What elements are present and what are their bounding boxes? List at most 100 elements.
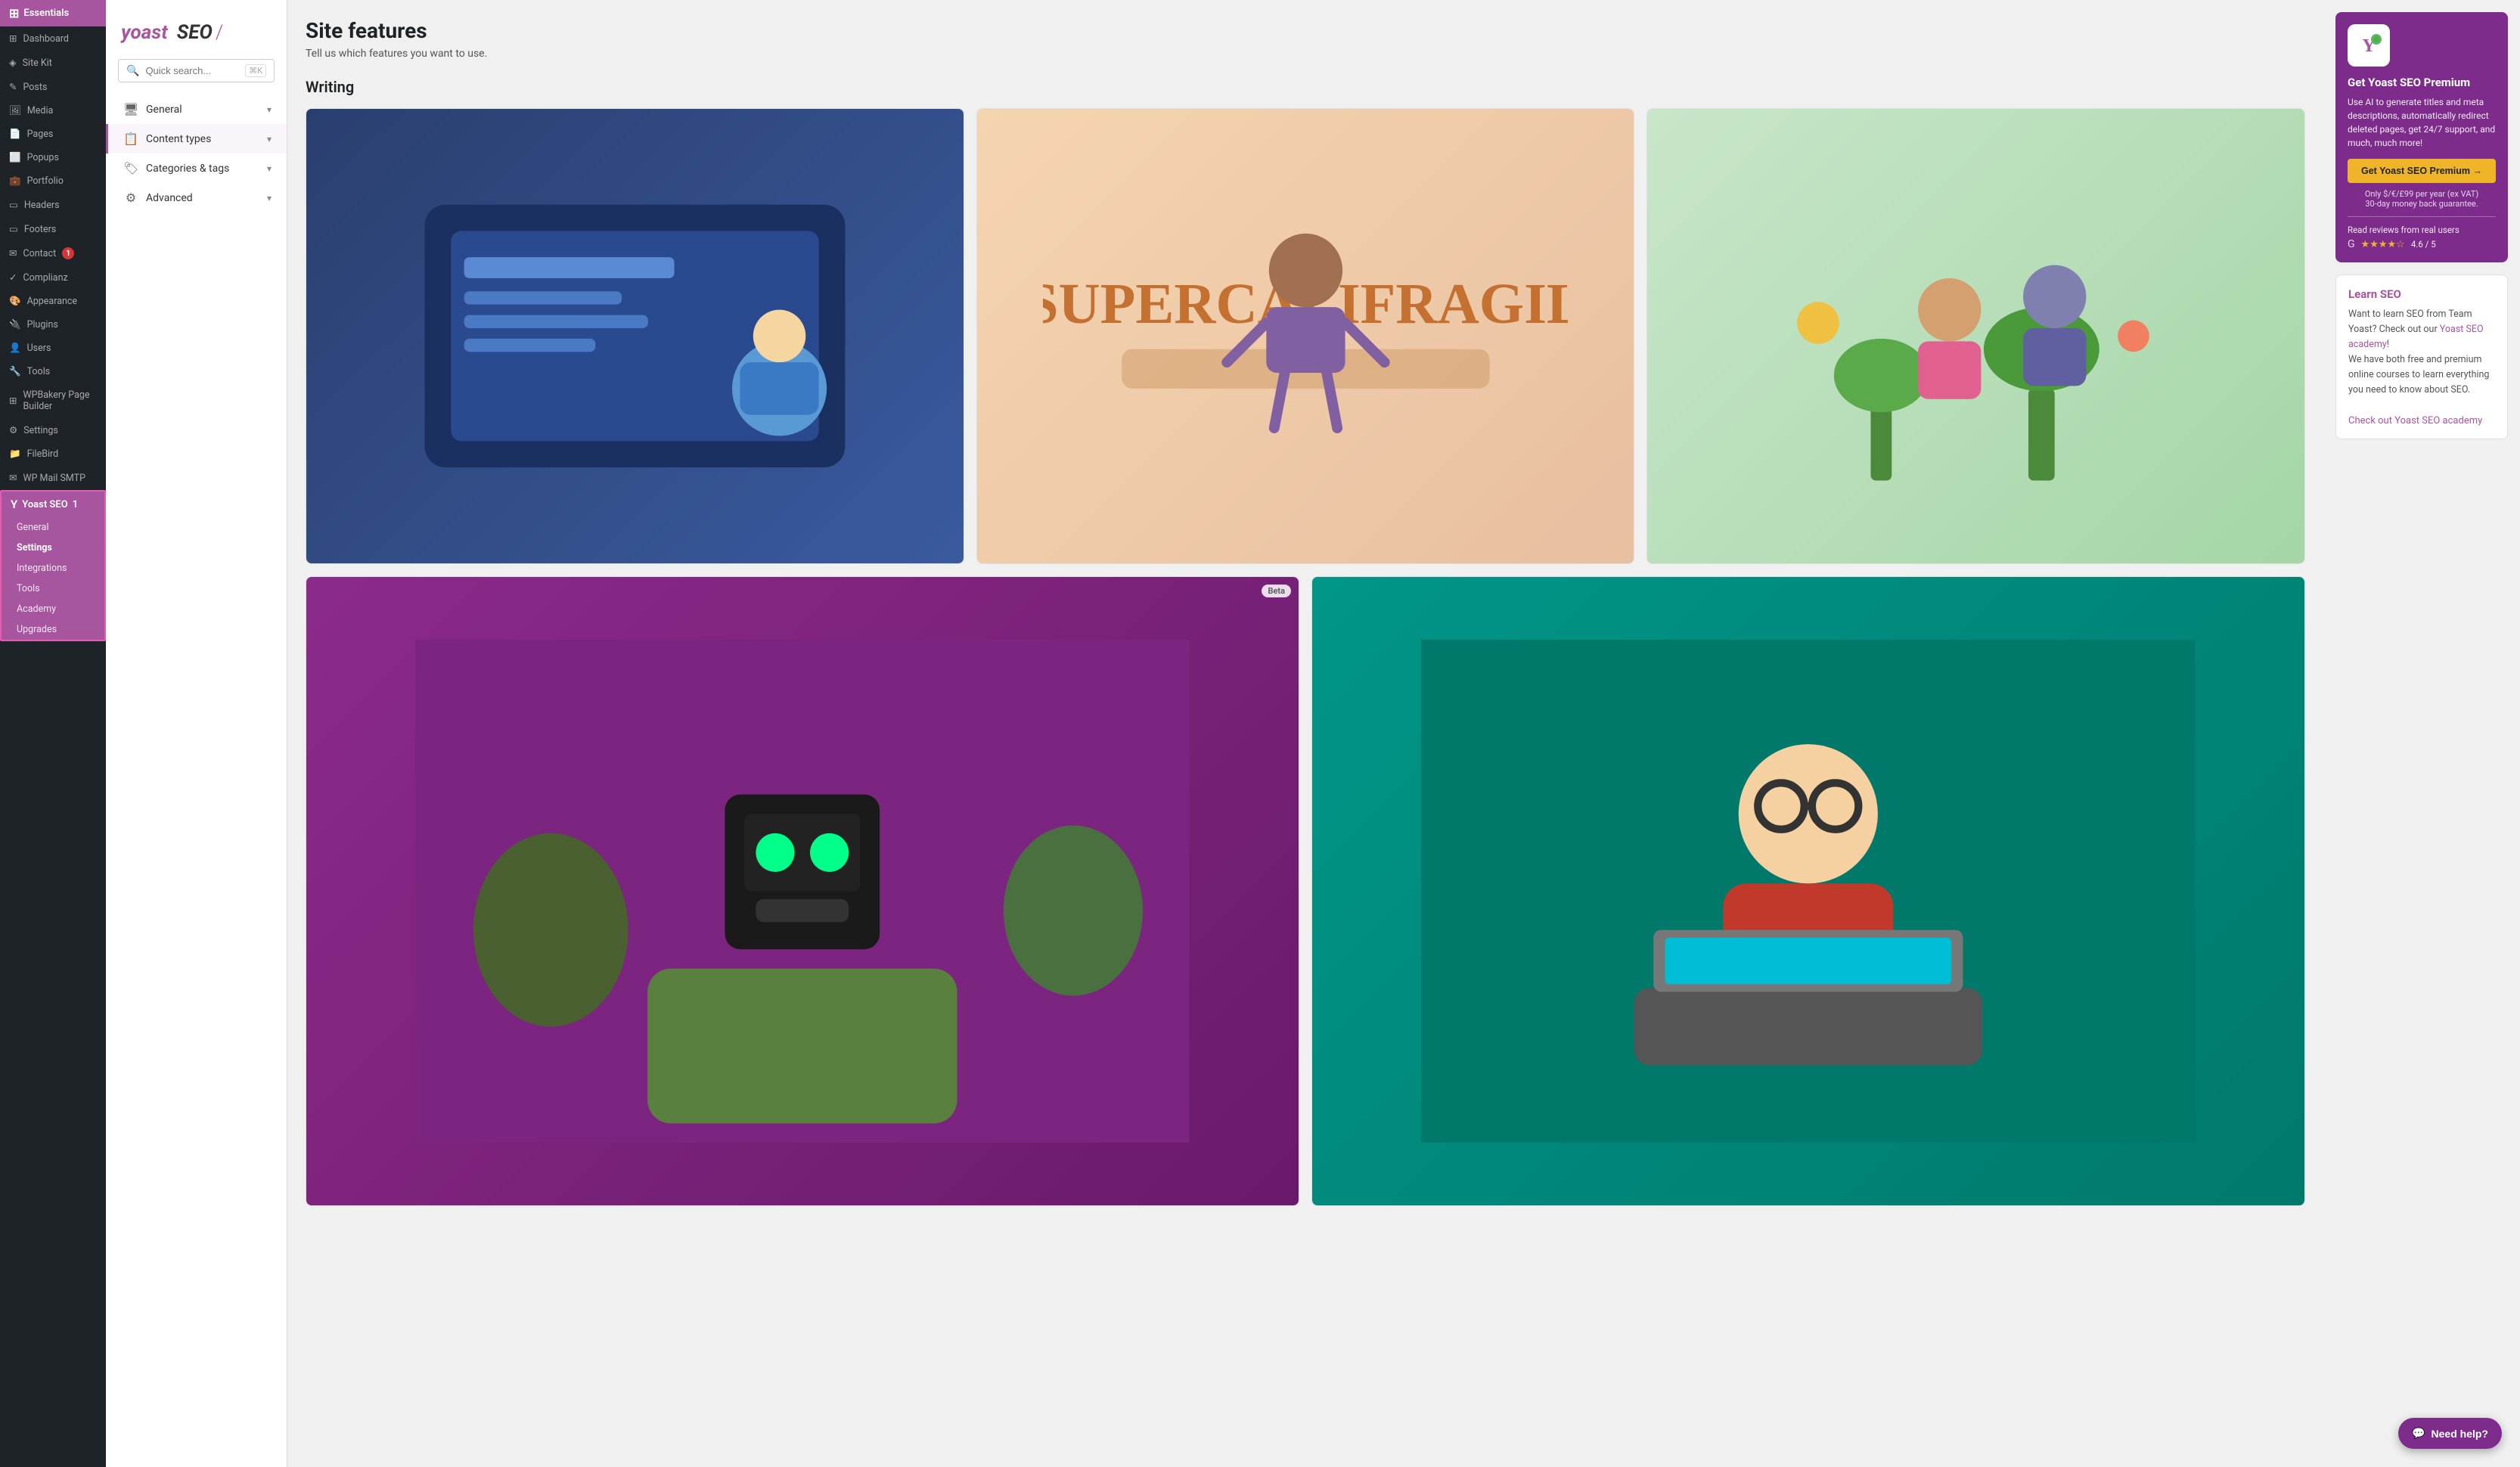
insights-illustration	[1312, 577, 2304, 1205]
sidebar-item-contact[interactable]: ✉ Contact 1	[0, 241, 106, 265]
seo-analysis-svg	[372, 154, 898, 518]
yoast-sub-integrations[interactable]: Integrations	[2, 558, 104, 578]
wpmail-label: WP Mail SMTP	[23, 473, 85, 484]
wpbakery-label: WPBakery Page Builder	[23, 389, 97, 412]
yoast-sub-tools[interactable]: Tools	[2, 578, 104, 599]
premium-divider	[2348, 216, 2496, 217]
sidebar-item-plugins[interactable]: 🔌 Plugins	[0, 313, 106, 337]
dashboard-icon: ⊞	[9, 33, 17, 45]
essentials-label: Essentials	[23, 8, 69, 19]
tools-icon: 🔧	[9, 366, 21, 377]
premium-card-desc: Use AI to generate titles and meta descr…	[2348, 95, 2496, 150]
nav-item-categories[interactable]: 🏷 Categories & tags ▾	[106, 154, 287, 183]
content-types-chevron-icon: ▾	[267, 134, 272, 144]
nav-item-advanced[interactable]: ⚙ Advanced ▾	[106, 183, 287, 212]
settings-icon: ⚙	[9, 424, 17, 436]
sidebar-item-portfolio[interactable]: 💼 Portfolio	[0, 169, 106, 193]
learn-seo-card: Learn SEO Want to learn SEO from Team Yo…	[2335, 274, 2508, 439]
media-label: Media	[27, 105, 53, 116]
yoast-sub-general[interactable]: General	[2, 517, 104, 538]
yoast-ai-svg	[405, 640, 1199, 1143]
yoast-sub-settings[interactable]: Settings ➜	[2, 538, 104, 558]
premium-btn[interactable]: Get Yoast SEO Premium →	[2348, 159, 2496, 183]
categories-nav-label: Categories & tags	[146, 163, 229, 175]
admin-sidebar-top[interactable]: ⊞ Essentials	[0, 0, 106, 26]
features-grid-writing-2: Beta	[306, 576, 2305, 1206]
sidebar-item-complianz[interactable]: ✓ Complianz	[0, 265, 106, 290]
users-label: Users	[27, 343, 51, 354]
sidebar-item-tools[interactable]: 🔧 Tools	[0, 360, 106, 383]
seo-analysis-body: SEO analysis The SEO analysis offers sug…	[306, 563, 964, 564]
sidebar-item-footers[interactable]: ▭ Footers	[0, 217, 106, 241]
readability-svg: SUPERCALIFRAGIL	[1043, 154, 1569, 518]
sidebar-item-popups[interactable]: ⬜ Popups	[0, 146, 106, 169]
insights-body: Insights Get more insights into what you…	[1312, 1205, 2304, 1206]
wpbakery-icon: ⊞	[9, 395, 17, 407]
contact-badge: 1	[62, 247, 74, 259]
yoast-logo-svg: Y	[2354, 30, 2384, 60]
page-subtitle: Tell us which features you want to use.	[306, 48, 2305, 60]
search-shortcut: ⌘K	[245, 64, 266, 77]
appearance-label: Appearance	[27, 296, 78, 307]
appearance-icon: 🎨	[9, 296, 21, 307]
settings-label: Settings	[23, 425, 58, 436]
yoast-sub-upgrades[interactable]: Upgrades	[2, 619, 104, 640]
dashboard-label: Dashboard	[23, 33, 68, 45]
sidebar-item-sitekit[interactable]: ◈ Site Kit	[0, 51, 106, 75]
learn-seo-text: Want to learn SEO from Team Yoast? Check…	[2348, 307, 2495, 398]
check-out-academy-link[interactable]: Check out Yoast SEO academy	[2348, 415, 2482, 426]
advanced-nav-label: Advanced	[146, 192, 193, 204]
nav-item-content-types[interactable]: 📋 Content types ▾	[106, 124, 287, 154]
search-input[interactable]	[145, 65, 239, 76]
plugins-label: Plugins	[27, 319, 58, 330]
premium-card: Y Get Yoast SEO Premium Use AI to genera…	[2335, 12, 2508, 262]
premium-price-note: Only $/€/£99 per year (ex VAT)30-day mon…	[2348, 189, 2496, 209]
sidebar-item-wpbakery[interactable]: ⊞ WPBakery Page Builder	[0, 383, 106, 418]
sidebar-item-appearance[interactable]: 🎨 Appearance	[0, 290, 106, 313]
sidebar-item-media[interactable]: 🖼 Media	[0, 99, 106, 123]
portfolio-label: Portfolio	[27, 175, 64, 187]
content-types-nav-label: Content types	[146, 133, 211, 145]
logo-seo: SEO	[177, 21, 213, 44]
search-icon: 🔍	[126, 65, 139, 77]
wpmail-icon: ✉	[9, 472, 17, 484]
popups-label: Popups	[27, 152, 59, 163]
sidebar-item-posts[interactable]: ✎ Posts	[0, 75, 106, 99]
footers-icon: ▭	[9, 223, 18, 235]
reviews-row: G ★★★★☆ 4.6 / 5	[2348, 238, 2496, 250]
premium-card-title: Get Yoast SEO Premium	[2348, 76, 2496, 89]
need-help-button[interactable]: 💬 Need help?	[2398, 1418, 2502, 1449]
sidebar-item-pages[interactable]: 📄 Pages	[0, 123, 106, 146]
chat-icon: 💬	[2412, 1427, 2425, 1440]
readability-illustration: SUPERCALIFRAGIL	[977, 109, 1634, 563]
search-box[interactable]: 🔍 ⌘K	[118, 59, 275, 82]
sidebar-item-wpmail[interactable]: ✉ WP Mail SMTP	[0, 466, 106, 490]
portfolio-icon: 💼	[9, 175, 21, 187]
sitekit-icon: ◈	[9, 57, 17, 69]
logo-slash: /	[216, 21, 223, 44]
feature-card-readability: SUPERCALIFRAGIL Readability analysis The…	[976, 108, 1635, 564]
arrow-indicator: ➜	[104, 538, 106, 557]
sidebar-item-filebird[interactable]: 📁 FileBird	[0, 442, 106, 466]
footers-label: Footers	[24, 224, 56, 235]
yoast-sub-academy[interactable]: Academy	[2, 599, 104, 619]
admin-sidebar: ⊞ Essentials ⊞ Dashboard ◈ Site Kit ✎ Po…	[0, 0, 106, 1467]
nav-item-general[interactable]: 🖥 General ▾	[106, 95, 287, 124]
sidebar-item-users[interactable]: 👤 Users	[0, 337, 106, 360]
inclusive-illustration	[1647, 109, 2304, 563]
reviews-label: Read reviews from real users	[2348, 225, 2496, 235]
plugins-icon: 🔌	[9, 319, 21, 330]
sidebar-item-headers[interactable]: ▭ Headers	[0, 193, 106, 217]
features-grid-writing: SEO analysis The SEO analysis offers sug…	[306, 108, 2305, 564]
sidebar-item-settings[interactable]: ⚙ Settings	[0, 418, 106, 442]
yoast-parent-item[interactable]: Y Yoast SEO 1	[2, 492, 104, 517]
yoast-academy-link[interactable]: Yoast SEO academy	[2348, 324, 2484, 350]
rating-text: 4.6 / 5	[2411, 239, 2436, 250]
readability-body: Readability analysis The readability ana…	[977, 563, 1634, 564]
page-title: Site features	[306, 18, 2305, 43]
pages-label: Pages	[27, 129, 54, 140]
need-help-label: Need help?	[2432, 1428, 2488, 1440]
sidebar-item-dashboard[interactable]: ⊞ Dashboard	[0, 26, 106, 51]
main-area: yoast SEO / 🔍 ⌘K 🖥 General ▾ 📋 Content t…	[106, 0, 2520, 1467]
posts-icon: ✎	[9, 81, 17, 93]
